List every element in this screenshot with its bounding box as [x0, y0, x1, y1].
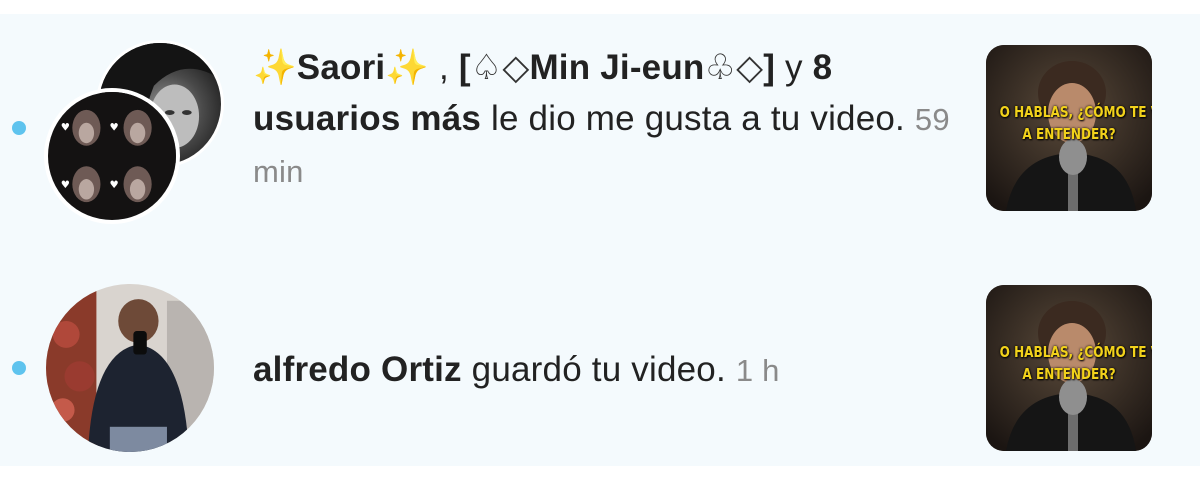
- action-text: guardó tu video.: [461, 350, 726, 389]
- notification-text: ✨Saori✨ , [♤◇Min Ji-eun♧◇] y 8 usuarios …: [253, 42, 963, 197]
- actor-name[interactable]: alfredo Ortiz: [253, 350, 462, 389]
- caption-line-1: O HABLAS, ¿CÓMO TE VAN: [999, 343, 1152, 361]
- avatar-image: ♥ ♥ ♥ ♥: [48, 92, 176, 220]
- connector: y: [775, 48, 813, 87]
- svg-text:♥: ♥: [61, 179, 70, 191]
- separator: ,: [429, 48, 459, 87]
- bracket-open: [: [458, 48, 471, 87]
- avatar-image: [46, 284, 214, 452]
- caption-line-2: A ENTENDER?: [1022, 125, 1116, 143]
- actor-name-2[interactable]: [♤◇Min Ji-eun♧◇]: [459, 48, 775, 87]
- notification-text: alfredo Ortiz guardó tu video. 1 h: [253, 344, 953, 396]
- svg-text:♥: ♥: [109, 121, 118, 133]
- sparkles-icon: ✨: [253, 48, 297, 87]
- sparkles-icon: ✨: [385, 48, 430, 87]
- avatar-alfredo-ortiz[interactable]: [46, 284, 214, 452]
- svg-text:♥: ♥: [109, 179, 118, 191]
- thumbnail-caption: O HABLAS, ¿CÓMO TE VAN A ENTENDER?: [999, 341, 1152, 385]
- notification-item[interactable]: alfredo Ortiz guardó tu video. 1 h O HAB…: [0, 254, 1200, 466]
- timestamp: 1 h: [735, 353, 780, 388]
- caption-line-2: A ENTENDER?: [1022, 365, 1116, 383]
- video-thumbnail[interactable]: O HABLAS, ¿CÓMO TE VAN A ENTENDER?: [986, 285, 1152, 451]
- suit-symbols: ♤◇: [470, 48, 530, 87]
- actor-name[interactable]: Saori: [297, 48, 386, 87]
- actor-name-text: Min Ji-eun: [529, 48, 705, 87]
- svg-text:♥: ♥: [61, 121, 70, 133]
- avatar-min-ji-eun[interactable]: ♥ ♥ ♥ ♥: [44, 88, 180, 224]
- bracket-close: ]: [763, 48, 776, 87]
- video-thumbnail[interactable]: O HABLAS, ¿CÓMO TE VAN A ENTENDER?: [986, 45, 1152, 211]
- suit-symbols: ♧◇: [704, 48, 764, 87]
- unread-dot-icon: [12, 361, 26, 375]
- unread-dot-icon: [12, 121, 26, 135]
- thumbnail-caption: O HABLAS, ¿CÓMO TE VAN A ENTENDER?: [999, 101, 1152, 145]
- action-text: le dio me gusta a tu video.: [481, 99, 905, 138]
- notification-item[interactable]: ♥ ♥ ♥ ♥ ✨Saori✨ , [♤◇Min Ji-eun♧◇] y 8 u…: [0, 14, 1200, 244]
- notification-list: ♥ ♥ ♥ ♥ ✨Saori✨ , [♤◇Min Ji-eun♧◇] y 8 u…: [0, 14, 1200, 466]
- caption-line-1: O HABLAS, ¿CÓMO TE VAN: [999, 103, 1152, 121]
